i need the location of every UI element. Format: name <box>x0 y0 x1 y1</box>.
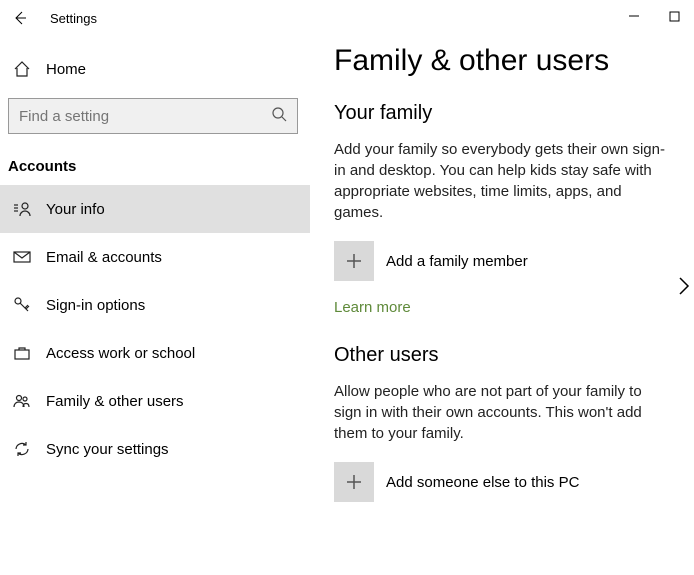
minimize-button[interactable] <box>614 0 654 32</box>
sidebar-item-label: Family & other users <box>46 393 184 410</box>
learn-more-link[interactable]: Learn more <box>334 299 411 316</box>
other-users-description: Allow people who are not part of your fa… <box>334 381 670 444</box>
add-other-user-button[interactable]: Add someone else to this PC <box>334 462 670 502</box>
people-icon <box>12 392 32 410</box>
search-input[interactable] <box>19 108 271 125</box>
add-family-member-button[interactable]: Add a family member <box>334 241 670 281</box>
family-description: Add your family so everybody gets their … <box>334 139 670 223</box>
sidebar-item-label: Sync your settings <box>46 441 169 458</box>
home-icon <box>12 60 32 78</box>
plus-icon <box>345 252 363 270</box>
app-title: Settings <box>50 11 97 26</box>
home-label: Home <box>46 61 86 78</box>
home-nav[interactable]: Home <box>0 48 310 90</box>
sidebar-item-email-accounts[interactable]: Email & accounts <box>0 233 310 281</box>
sidebar-item-family-users[interactable]: Family & other users <box>0 377 310 425</box>
sync-icon <box>12 440 32 458</box>
plus-icon <box>345 473 363 491</box>
back-button[interactable] <box>8 6 32 30</box>
search-box[interactable] <box>8 98 298 134</box>
other-users-heading: Other users <box>334 344 670 367</box>
page-title: Family & other users <box>334 44 670 78</box>
plus-tile <box>334 462 374 502</box>
arrow-left-icon <box>12 10 28 26</box>
chevron-right-icon <box>678 276 690 296</box>
sidebar-item-work-school[interactable]: Access work or school <box>0 329 310 377</box>
key-icon <box>12 296 32 314</box>
sidebar-item-your-info[interactable]: Your info <box>0 185 310 233</box>
search-container <box>0 90 310 142</box>
main-content: Family & other users Your family Add you… <box>310 0 694 575</box>
family-heading: Your family <box>334 102 670 125</box>
search-icon <box>271 106 287 127</box>
maximize-button[interactable] <box>654 0 694 32</box>
sidebar-item-label: Email & accounts <box>46 249 162 266</box>
sidebar-item-sync[interactable]: Sync your settings <box>0 425 310 473</box>
category-heading: Accounts <box>0 142 310 185</box>
briefcase-icon <box>12 344 32 362</box>
sidebar-item-label: Access work or school <box>46 345 195 362</box>
window-controls <box>614 0 694 32</box>
plus-tile <box>334 241 374 281</box>
add-family-label: Add a family member <box>386 253 528 270</box>
maximize-icon <box>669 11 680 22</box>
mail-icon <box>12 248 32 266</box>
sidebar-item-signin-options[interactable]: Sign-in options <box>0 281 310 329</box>
sidebar-item-label: Your info <box>46 201 105 218</box>
add-other-label: Add someone else to this PC <box>386 474 579 491</box>
titlebar: Settings <box>0 0 310 36</box>
next-button[interactable] <box>678 276 690 301</box>
person-badge-icon <box>12 200 32 218</box>
sidebar: Settings Home Accounts Your info Email &… <box>0 0 310 575</box>
minimize-icon <box>628 10 640 22</box>
sidebar-item-label: Sign-in options <box>46 297 145 314</box>
